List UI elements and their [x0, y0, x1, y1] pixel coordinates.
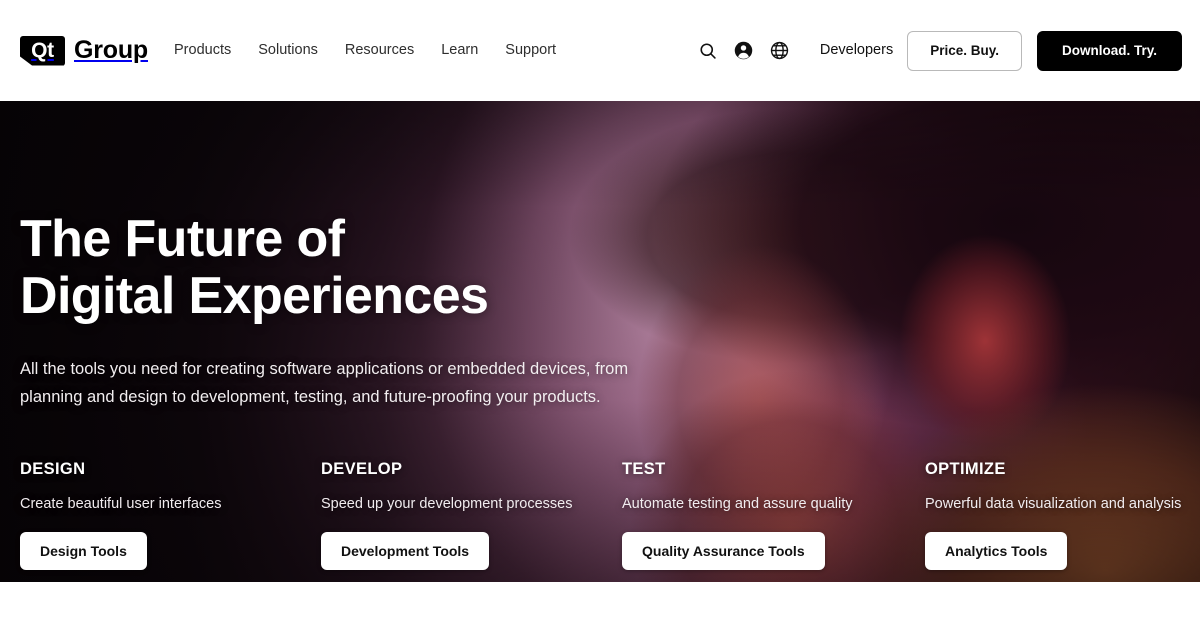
qt-logo-mark: Qt [20, 36, 65, 66]
globe-icon[interactable] [762, 33, 798, 69]
page-root: Qt Group Products Solutions Resources Le… [0, 0, 1200, 630]
site-header: Qt Group Products Solutions Resources Le… [0, 0, 1200, 101]
main-navigation: Products Solutions Resources Learn Suppo… [174, 43, 556, 58]
design-tools-button[interactable]: Design Tools [20, 531, 147, 570]
hero-title: The Future of Digital Experiences [20, 210, 489, 325]
pillar-description: Create beautiful user interfaces [20, 495, 222, 512]
hero-section: The Future of Digital Experiences All th… [0, 101, 1200, 582]
nav-item-resources[interactable]: Resources [345, 43, 414, 58]
qt-logo-text: Group [74, 36, 148, 64]
pillar-description: Powerful data visualization and analysis [925, 495, 1182, 512]
pillar-test: TEST Automate testing and assure quality… [622, 461, 925, 570]
quality-assurance-tools-button[interactable]: Quality Assurance Tools [622, 531, 825, 570]
pillar-title: DESIGN [20, 460, 86, 478]
pillar-title: DEVELOP [321, 460, 403, 478]
page-body-below-hero [0, 582, 1200, 630]
hero-subtitle: All the tools you need for creating soft… [20, 360, 629, 406]
pillar-title: TEST [622, 460, 666, 478]
development-tools-button[interactable]: Development Tools [321, 531, 490, 570]
pillar-design: DESIGN Create beautiful user interfaces … [20, 461, 321, 570]
nav-item-support[interactable]: Support [505, 43, 556, 58]
search-icon[interactable] [690, 33, 726, 69]
hero-content: The Future of Digital Experiences All th… [0, 101, 1200, 582]
pillar-description: Speed up your development processes [321, 495, 573, 512]
download-try-button[interactable]: Download. Try. [1036, 30, 1182, 71]
pillar-title: OPTIMIZE [925, 460, 1006, 478]
qt-group-logo[interactable]: Qt Group [20, 36, 148, 66]
account-icon[interactable] [726, 33, 762, 69]
nav-item-learn[interactable]: Learn [441, 43, 478, 58]
pillar-description: Automate testing and assure quality [622, 495, 853, 512]
nav-item-products[interactable]: Products [174, 43, 231, 58]
pillar-develop: DEVELOP Speed up your development proces… [321, 461, 622, 570]
developers-link[interactable]: Developers [820, 43, 893, 58]
pillar-optimize: OPTIMIZE Powerful data visualization and… [925, 461, 1200, 570]
header-actions: Developers Price. Buy. Download. Try. [690, 30, 1182, 71]
nav-item-solutions[interactable]: Solutions [258, 43, 318, 58]
hero-pillars: DESIGN Create beautiful user interfaces … [20, 461, 1181, 570]
analytics-tools-button[interactable]: Analytics Tools [925, 531, 1068, 570]
price-buy-button[interactable]: Price. Buy. [907, 30, 1022, 71]
